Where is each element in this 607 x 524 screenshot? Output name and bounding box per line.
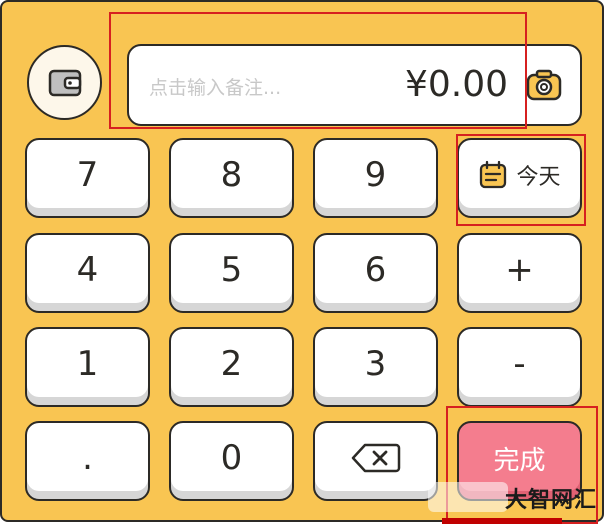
- key-5-label: 5: [220, 250, 243, 290]
- key-4-label: 4: [76, 250, 99, 290]
- key-0-label: 0: [220, 438, 243, 478]
- done-label: 完成: [493, 445, 546, 476]
- amount-display: ¥0.00: [404, 64, 508, 105]
- watermark-bar: [442, 518, 562, 524]
- date-button[interactable]: 今天: [457, 138, 582, 218]
- backspace-icon: [351, 443, 400, 473]
- key-8-label: 8: [220, 155, 243, 195]
- memo-field[interactable]: 点击输入备注... ¥0.00: [127, 44, 582, 126]
- key-5[interactable]: 5: [169, 233, 294, 313]
- minus-key[interactable]: -: [457, 327, 582, 407]
- key-6-label: 6: [364, 250, 387, 290]
- dot-label: .: [82, 438, 93, 478]
- camera-button[interactable]: [526, 69, 562, 101]
- key-1[interactable]: 1: [25, 327, 150, 407]
- wallet-button[interactable]: [27, 45, 102, 120]
- watermark: 大智网汇: [420, 476, 607, 524]
- key-0[interactable]: 0: [169, 421, 294, 501]
- camera-icon: [526, 69, 562, 101]
- calendar-icon: [480, 160, 507, 189]
- plus-key[interactable]: +: [457, 233, 582, 313]
- watermark-blur: [428, 482, 508, 512]
- key-2[interactable]: 2: [169, 327, 294, 407]
- key-7[interactable]: 7: [25, 138, 150, 218]
- dot-key[interactable]: .: [25, 421, 150, 501]
- key-7-label: 7: [76, 155, 99, 195]
- key-1-label: 1: [76, 344, 99, 384]
- memo-placeholder: 点击输入备注...: [149, 77, 282, 99]
- key-9[interactable]: 9: [313, 138, 438, 218]
- key-2-label: 2: [220, 344, 243, 384]
- key-8[interactable]: 8: [169, 138, 294, 218]
- keypad-screen: 点击输入备注... ¥0.00 7 8 9 今天 4 5 6 + 1 2 3 -: [0, 0, 607, 524]
- wallet-icon: [48, 69, 81, 96]
- key-9-label: 9: [364, 155, 387, 195]
- key-3[interactable]: 3: [313, 327, 438, 407]
- minus-label: -: [513, 344, 526, 384]
- key-4[interactable]: 4: [25, 233, 150, 313]
- key-6[interactable]: 6: [313, 233, 438, 313]
- key-3-label: 3: [364, 344, 387, 384]
- plus-label: +: [505, 250, 534, 290]
- date-label: 今天: [516, 165, 561, 190]
- watermark-text: 大智网汇: [504, 488, 597, 513]
